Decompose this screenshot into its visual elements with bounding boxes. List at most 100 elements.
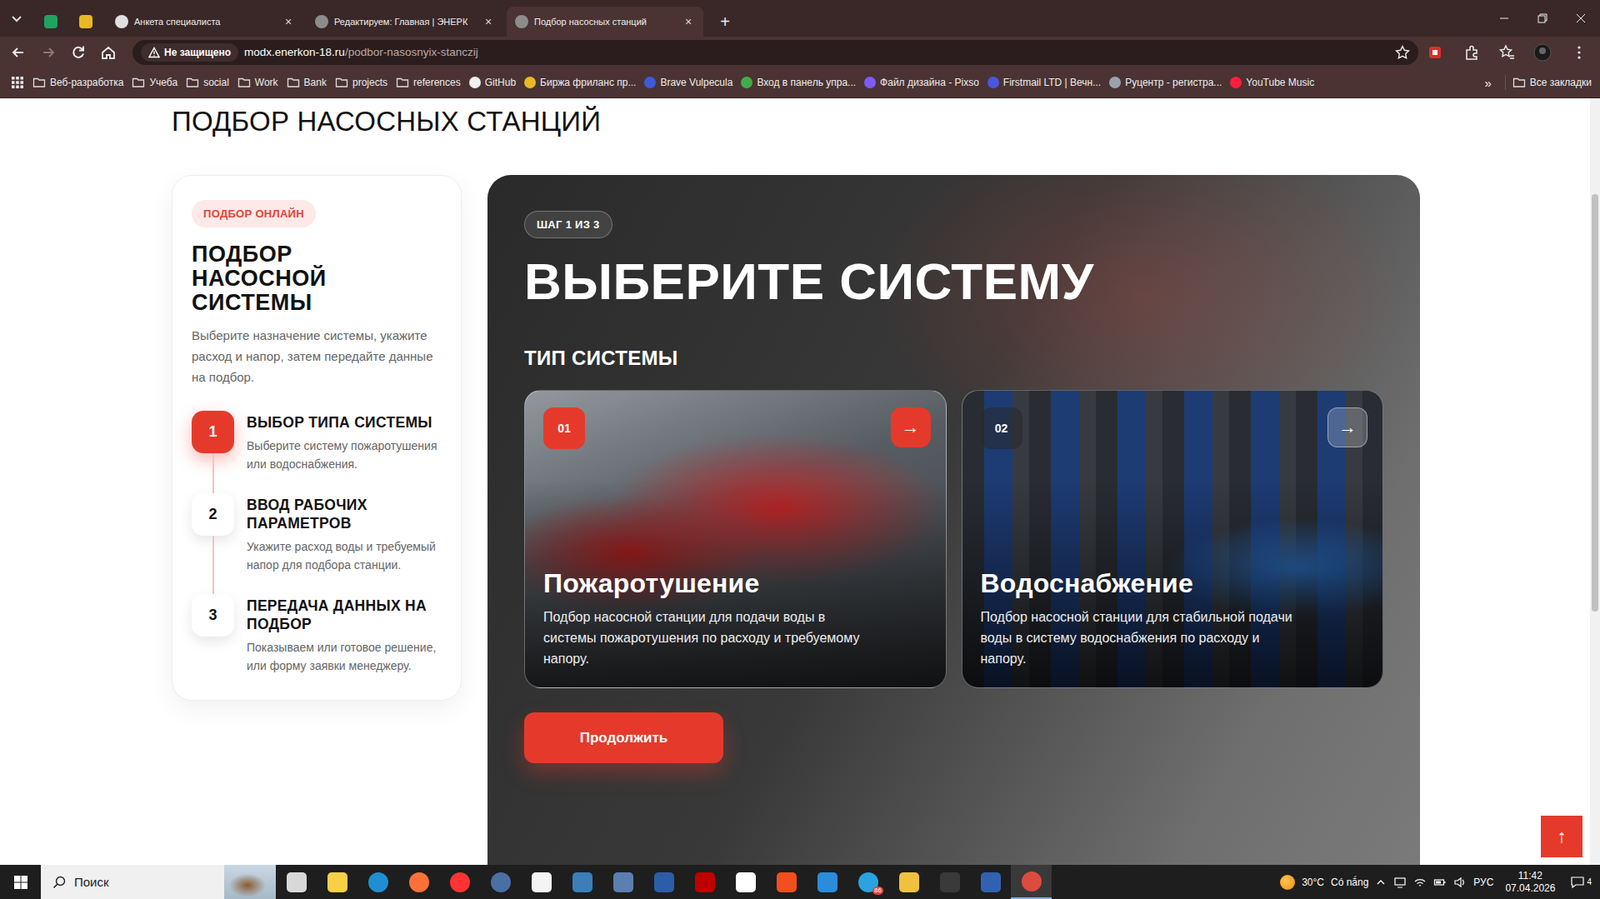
app-icon[interactable]: [980, 872, 1001, 893]
back-button[interactable]: [3, 39, 34, 66]
app-icon[interactable]: [940, 872, 960, 893]
bookmark-label[interactable]: Bank: [304, 76, 327, 89]
option-arrow-button[interactable]: →: [890, 407, 931, 448]
app-icon[interactable]: [490, 872, 511, 893]
bookmark-item[interactable]: references: [391, 70, 465, 95]
site-favicon-icon[interactable]: [987, 76, 1000, 89]
browser-tab[interactable]: [33, 6, 69, 37]
option-arrow-button[interactable]: →: [1327, 407, 1368, 448]
bookmark-label[interactable]: Work: [255, 76, 279, 89]
option-description[interactable]: Подбор насосной станции для подачи воды …: [543, 606, 860, 670]
taskbar-app[interactable]: [439, 865, 480, 899]
taskbar-app[interactable]: [929, 865, 970, 899]
bookmark-label[interactable]: projects: [352, 76, 388, 89]
bookmark-label[interactable]: YouTube Music: [1245, 76, 1315, 89]
app-icon[interactable]: [817, 872, 838, 893]
url-path[interactable]: /podbor-nasosnyix-stanczij: [345, 45, 479, 59]
folder-icon[interactable]: [335, 75, 349, 90]
taskbar-app[interactable]: [643, 865, 685, 899]
scrollbar-thumb[interactable]: [1591, 194, 1599, 612]
bookmark-item[interactable]: Вход в панель упра...: [736, 70, 860, 95]
bookmarks-list-icon[interactable]: [1498, 44, 1515, 61]
battery-icon[interactable]: [1433, 875, 1447, 890]
app-icon[interactable]: [572, 872, 593, 893]
taskbar-app[interactable]: [398, 865, 440, 899]
site-favicon-icon[interactable]: [469, 76, 481, 89]
warning-icon[interactable]: [148, 46, 160, 59]
security-label[interactable]: Не защищено: [164, 46, 231, 59]
reload-icon[interactable]: [70, 44, 87, 61]
clock-date[interactable]: 07.04.2026: [1505, 882, 1555, 895]
app-icon[interactable]: [327, 872, 348, 893]
browser-tab[interactable]: Анкета специалиста×: [106, 6, 304, 37]
bookmark-label[interactable]: references: [413, 76, 461, 89]
bookmark-item[interactable]: Биржа фриланс пр...: [520, 70, 640, 95]
site-favicon-icon[interactable]: [1230, 76, 1242, 89]
taskbar-app[interactable]: [806, 865, 848, 899]
search-icon[interactable]: [52, 875, 66, 890]
taskbar-app[interactable]: [888, 865, 930, 899]
app-icon[interactable]: [1021, 871, 1042, 892]
app-icon[interactable]: [899, 872, 920, 893]
site-favicon-icon[interactable]: [740, 76, 753, 89]
notification-count[interactable]: 4: [1586, 877, 1592, 887]
option-description[interactable]: Подбор насосной станции для стабильной п…: [980, 606, 1298, 670]
bookmark-label[interactable]: social: [203, 76, 230, 89]
app-icon[interactable]: [531, 872, 552, 893]
weather-condition[interactable]: Có nắng: [1330, 876, 1369, 889]
weather-sun-icon[interactable]: [1280, 875, 1295, 890]
bookmark-label[interactable]: Веб-разработка: [50, 76, 124, 89]
app-icon[interactable]: [368, 872, 389, 893]
clock-time[interactable]: 11:42: [1518, 870, 1543, 883]
app-icon[interactable]: [613, 872, 634, 893]
option-title[interactable]: Пожаротушение: [543, 568, 931, 599]
all-bookmarks-label[interactable]: Все закладки: [1530, 76, 1592, 89]
back-arrow-icon[interactable]: [10, 44, 27, 61]
tab-title[interactable]: Анкета специалиста: [134, 16, 276, 27]
app-icon[interactable]: [695, 872, 715, 893]
bookmark-label[interactable]: Вход в панель упра...: [756, 76, 856, 89]
taskbar-app[interactable]: [970, 865, 1011, 899]
weather-temperature[interactable]: 30°C: [1301, 876, 1325, 889]
app-icon[interactable]: [735, 872, 756, 893]
chevron-up-icon[interactable]: [1375, 876, 1387, 889]
taskbar-app[interactable]: [357, 865, 399, 899]
home-button[interactable]: [93, 39, 124, 66]
folder-icon[interactable]: [1512, 75, 1526, 90]
folder-icon[interactable]: [395, 75, 410, 90]
option-number[interactable]: 01: [543, 407, 585, 450]
bookmark-item[interactable]: Work: [233, 70, 283, 95]
tab-search-button[interactable]: [0, 0, 34, 37]
restore-icon[interactable]: [1537, 13, 1548, 24]
browser-tab[interactable]: [68, 6, 104, 37]
menu-icon[interactable]: [1570, 44, 1588, 61]
display-icon[interactable]: [1393, 875, 1407, 890]
bookmark-label[interactable]: Биржа фриланс пр...: [540, 76, 636, 89]
app-icon[interactable]: [286, 872, 307, 893]
scroll-to-top-button[interactable]: ↑: [1540, 815, 1583, 858]
bookmark-star-icon[interactable]: [1395, 45, 1410, 60]
bookmark-item[interactable]: Brave Vulpecula: [640, 70, 737, 95]
taskbar-app[interactable]: [316, 865, 358, 899]
tab-close-button[interactable]: ×: [481, 15, 495, 29]
option-title[interactable]: Водоснабжение: [980, 568, 1369, 599]
windows-logo-icon[interactable]: [14, 875, 28, 890]
chevron-down-icon[interactable]: [8, 10, 25, 27]
site-favicon-icon[interactable]: [644, 76, 656, 89]
close-icon[interactable]: [1575, 13, 1586, 24]
taskbar-app[interactable]: [275, 865, 317, 899]
bookmark-label[interactable]: Firstmail LTD | Вечн...: [1003, 76, 1101, 89]
app-icon[interactable]: [776, 872, 797, 893]
bookmark-item[interactable]: Руцентр - регистра...: [1105, 70, 1226, 95]
bookmark-label[interactable]: Руцентр - регистра...: [1125, 76, 1222, 89]
bookmark-item[interactable]: Веб-разработка: [28, 70, 128, 95]
bookmark-label[interactable]: GitHub: [485, 76, 516, 89]
taskbar-app[interactable]: [480, 865, 521, 899]
continue-button[interactable]: Продолжить: [524, 712, 724, 764]
folder-icon[interactable]: [237, 75, 251, 90]
folder-icon[interactable]: [32, 75, 46, 90]
app-icon[interactable]: [654, 872, 675, 893]
puzzle-icon[interactable]: [1463, 44, 1480, 61]
tab-close-button[interactable]: ×: [681, 15, 695, 29]
system-option-card[interactable]: 02→ВодоснабжениеПодбор насосной станции …: [961, 390, 1385, 689]
